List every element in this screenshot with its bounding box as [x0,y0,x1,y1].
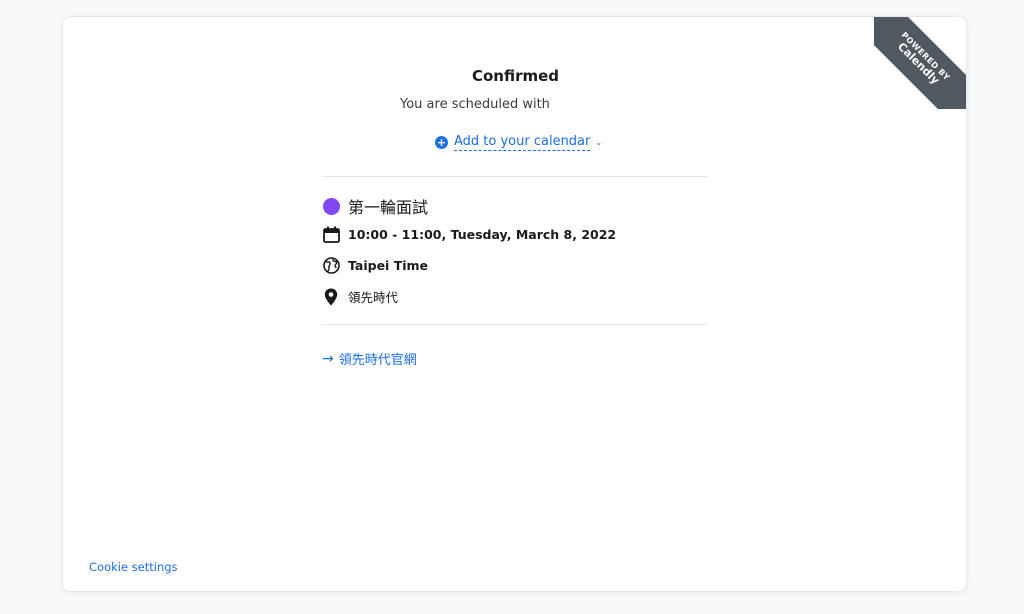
website-link[interactable]: → 領先時代官網 [322,349,417,369]
cookie-settings-link[interactable]: Cookie settings [89,560,178,574]
add-to-calendar-label: Add to your calendar [454,134,591,151]
event-time: 10:00 - 11:00, Tuesday, March 8, 2022 [348,226,617,242]
confirmation-card: POWERED BY Calendly Confirmed You are sc… [62,16,967,592]
location-pin-icon [322,288,340,306]
plus-circle-icon: + [435,136,448,149]
add-to-calendar-button[interactable]: + Add to your calendar ⌄ [435,134,602,151]
powered-by-ribbon[interactable]: POWERED BY Calendly [874,17,966,109]
event-location: 領先時代 [348,290,399,305]
website-link-label: 領先時代官網 [338,353,417,368]
page-title: Confirmed [471,67,560,85]
chevron-down-icon: ⌄ [595,138,603,147]
scheduled-with-text: You are scheduled with [400,97,550,112]
event-timezone: Taipei Time [348,257,429,273]
event-location-row: 領先時代 [322,287,398,306]
event-time-row: 10:00 - 11:00, Tuesday, March 8, 2022 [322,225,616,243]
event-color-dot-icon [322,197,340,215]
arrow-right-icon: → [322,350,334,367]
event-name: 第一輪面試 [348,198,429,217]
calendar-icon [322,225,340,243]
ribbon-band[interactable]: POWERED BY Calendly [874,17,966,109]
event-timezone-row: Taipei Time [322,256,428,274]
event-row: 第一輪面試 [322,194,428,218]
globe-icon [322,256,340,274]
divider-top [322,176,708,177]
divider-bottom [322,324,708,325]
